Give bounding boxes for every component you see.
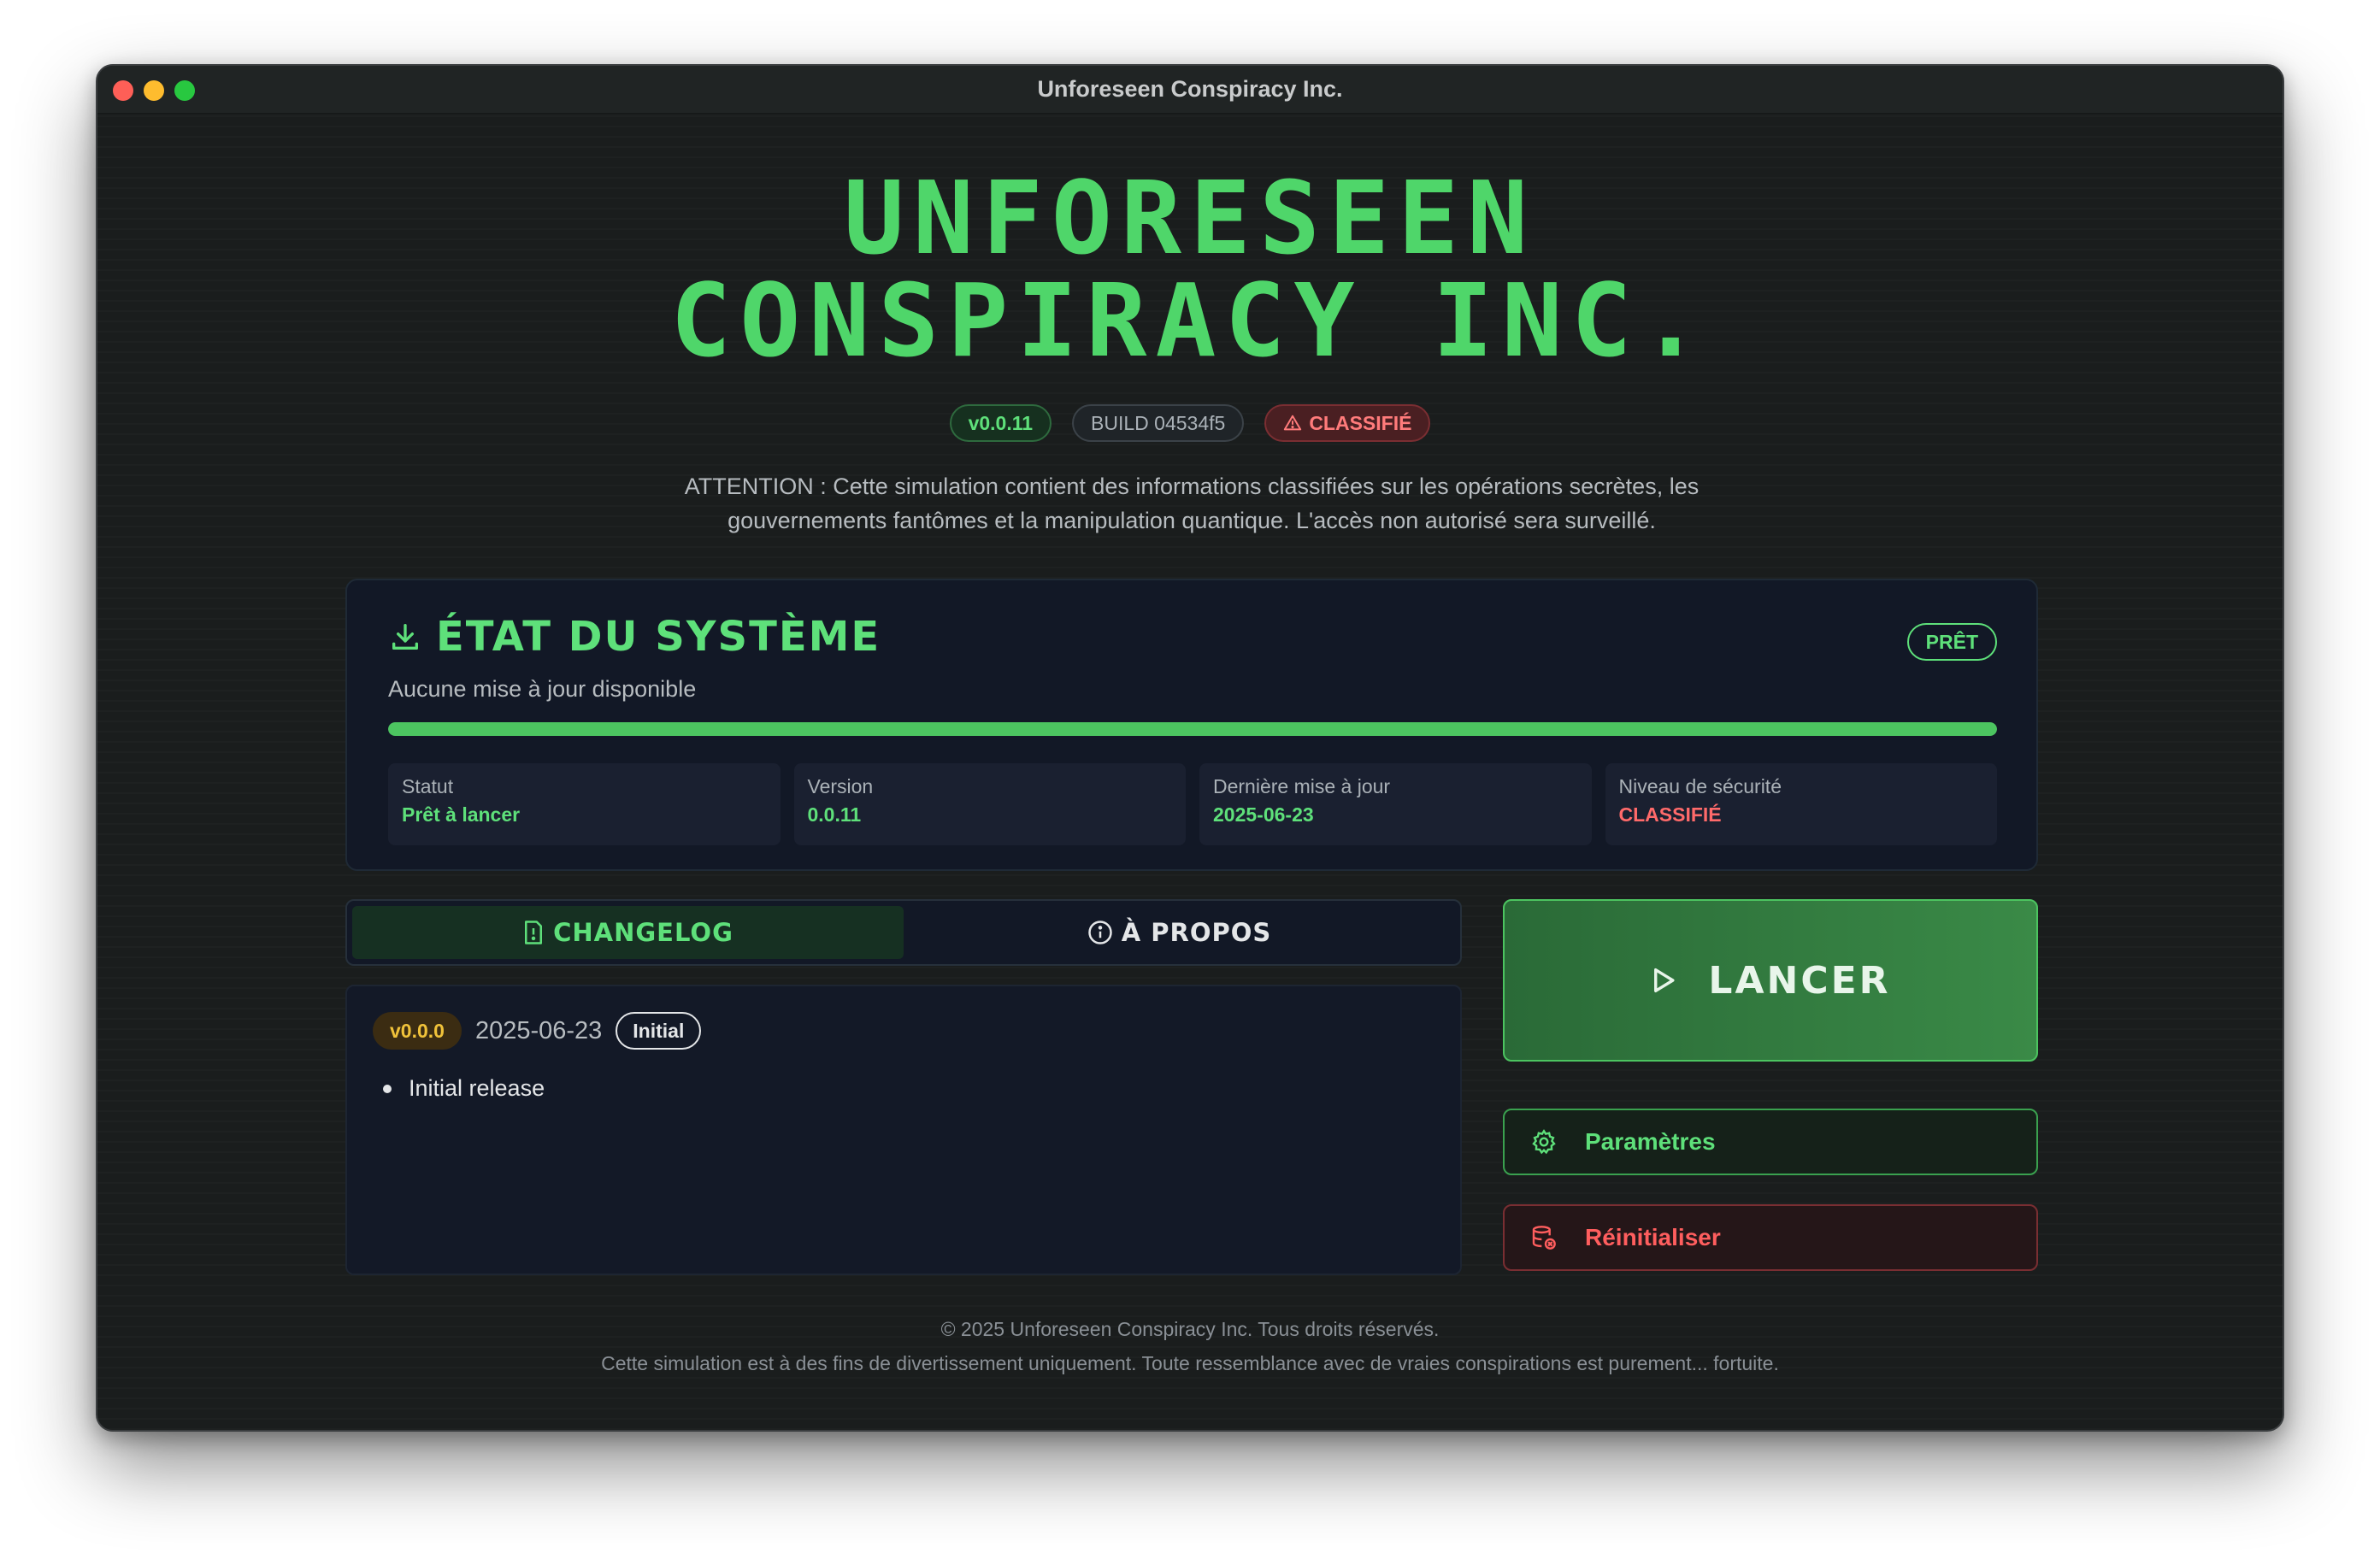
title-bar: Unforeseen Conspiracy Inc. (97, 66, 2283, 114)
info-value: 0.0.11 (807, 803, 862, 826)
reset-button-label: Réinitialiser (1585, 1224, 1721, 1250)
ready-status-pill: PRÊT (1906, 623, 1997, 661)
changelog-item-text: Initial release (409, 1075, 545, 1101)
hero-title-line1: UNFORESEEN (843, 159, 1537, 277)
info-label: Version (807, 775, 874, 797)
tab-about-label: À PROPOS (1121, 918, 1272, 947)
warning-triangle-icon (1284, 415, 1302, 431)
window-title: Unforeseen Conspiracy Inc. (1037, 76, 1343, 102)
hero-title: UNFORESEEN CONSPIRACY INC. (97, 167, 2283, 372)
changelog-list: Initial release (383, 1075, 545, 1102)
tab-bar: CHANGELOG À PROPOS (345, 899, 1462, 966)
status-title: ÉTAT DU SYSTÈME (436, 613, 881, 661)
database-reset-icon (1532, 1226, 1556, 1250)
info-label: Dernière mise à jour (1213, 775, 1391, 797)
badge-row: v0.0.11 BUILD 04534f5 CLASSIFIÉ (97, 404, 2283, 442)
status-info-row: Statut Prêt à lancer Version 0.0.11 Dern… (388, 763, 1997, 845)
classified-badge-label: CLASSIFIÉ (1309, 412, 1412, 434)
classified-badge: CLASSIFIÉ (1264, 404, 1431, 442)
info-box-security-level: Niveau de sécurité CLASSIFIÉ (1605, 763, 1997, 845)
update-progress-bar (388, 722, 1997, 736)
changelog-panel: v0.0.0 2025-06-23 Initial Initial releas… (345, 985, 1462, 1275)
info-value: 2025-06-23 (1213, 803, 1314, 826)
info-box-status: Statut Prêt à lancer (388, 763, 781, 845)
settings-button[interactable]: Paramètres (1503, 1109, 2038, 1175)
info-box-version: Version 0.0.11 (793, 763, 1186, 845)
info-value: CLASSIFIÉ (1618, 803, 1722, 826)
changelog-entry-header: v0.0.0 2025-06-23 Initial (373, 1012, 702, 1050)
changelog-date: 2025-06-23 (474, 1016, 603, 1044)
info-value: Prêt à lancer (402, 803, 521, 826)
download-icon (392, 624, 418, 650)
build-badge: BUILD 04534f5 (1072, 404, 1245, 442)
status-subtitle: Aucune mise à jour disponible (388, 676, 697, 702)
warning-line2: gouvernements fantômes et la manipulatio… (728, 508, 1656, 533)
warning-text: ATTENTION : Cette simulation contient de… (559, 469, 1824, 538)
reset-button[interactable]: Réinitialiser (1503, 1204, 2038, 1271)
play-icon (1654, 968, 1675, 993)
footer-copyright: © 2025 Unforeseen Conspiracy Inc. Tous d… (940, 1318, 1440, 1340)
launch-button[interactable]: LANCER (1503, 899, 2038, 1062)
hero-title-line2: CONSPIRACY INC. (670, 262, 1710, 379)
bullet (383, 1084, 392, 1093)
tab-changelog-label: CHANGELOG (553, 918, 733, 947)
list-item: Initial release (383, 1075, 545, 1102)
gear-icon (1532, 1129, 1556, 1155)
launch-button-label: LANCER (1708, 958, 1891, 1003)
tab-changelog[interactable]: CHANGELOG (352, 906, 904, 959)
changelog-version-badge: v0.0.0 (373, 1012, 462, 1050)
file-alert-icon (525, 921, 543, 944)
changelog-tag: Initial (616, 1012, 702, 1050)
info-box-last-update: Dernière mise à jour 2025-06-23 (1199, 763, 1592, 845)
settings-button-label: Paramètres (1585, 1128, 1716, 1155)
info-label: Statut (402, 775, 454, 797)
update-progress-fill (388, 722, 1997, 736)
version-badge: v0.0.11 (949, 404, 1052, 442)
system-status-card: ÉTAT DU SYSTÈME PRÊT Aucune mise à jour … (345, 579, 2038, 871)
warning-line1: ATTENTION : Cette simulation contient de… (684, 474, 1700, 499)
tab-about[interactable]: À PROPOS (904, 906, 1455, 959)
info-label: Niveau de sécurité (1618, 775, 1782, 797)
status-header: ÉTAT DU SYSTÈME (388, 613, 881, 661)
app-window: Unforeseen Conspiracy Inc. UNFORESEEN CO… (96, 64, 2284, 1432)
footer-disclaimer: Cette simulation est à des fins de diver… (601, 1352, 1779, 1374)
footer: © 2025 Unforeseen Conspiracy Inc. Tous d… (97, 1312, 2283, 1380)
info-circle-icon (1087, 921, 1112, 944)
